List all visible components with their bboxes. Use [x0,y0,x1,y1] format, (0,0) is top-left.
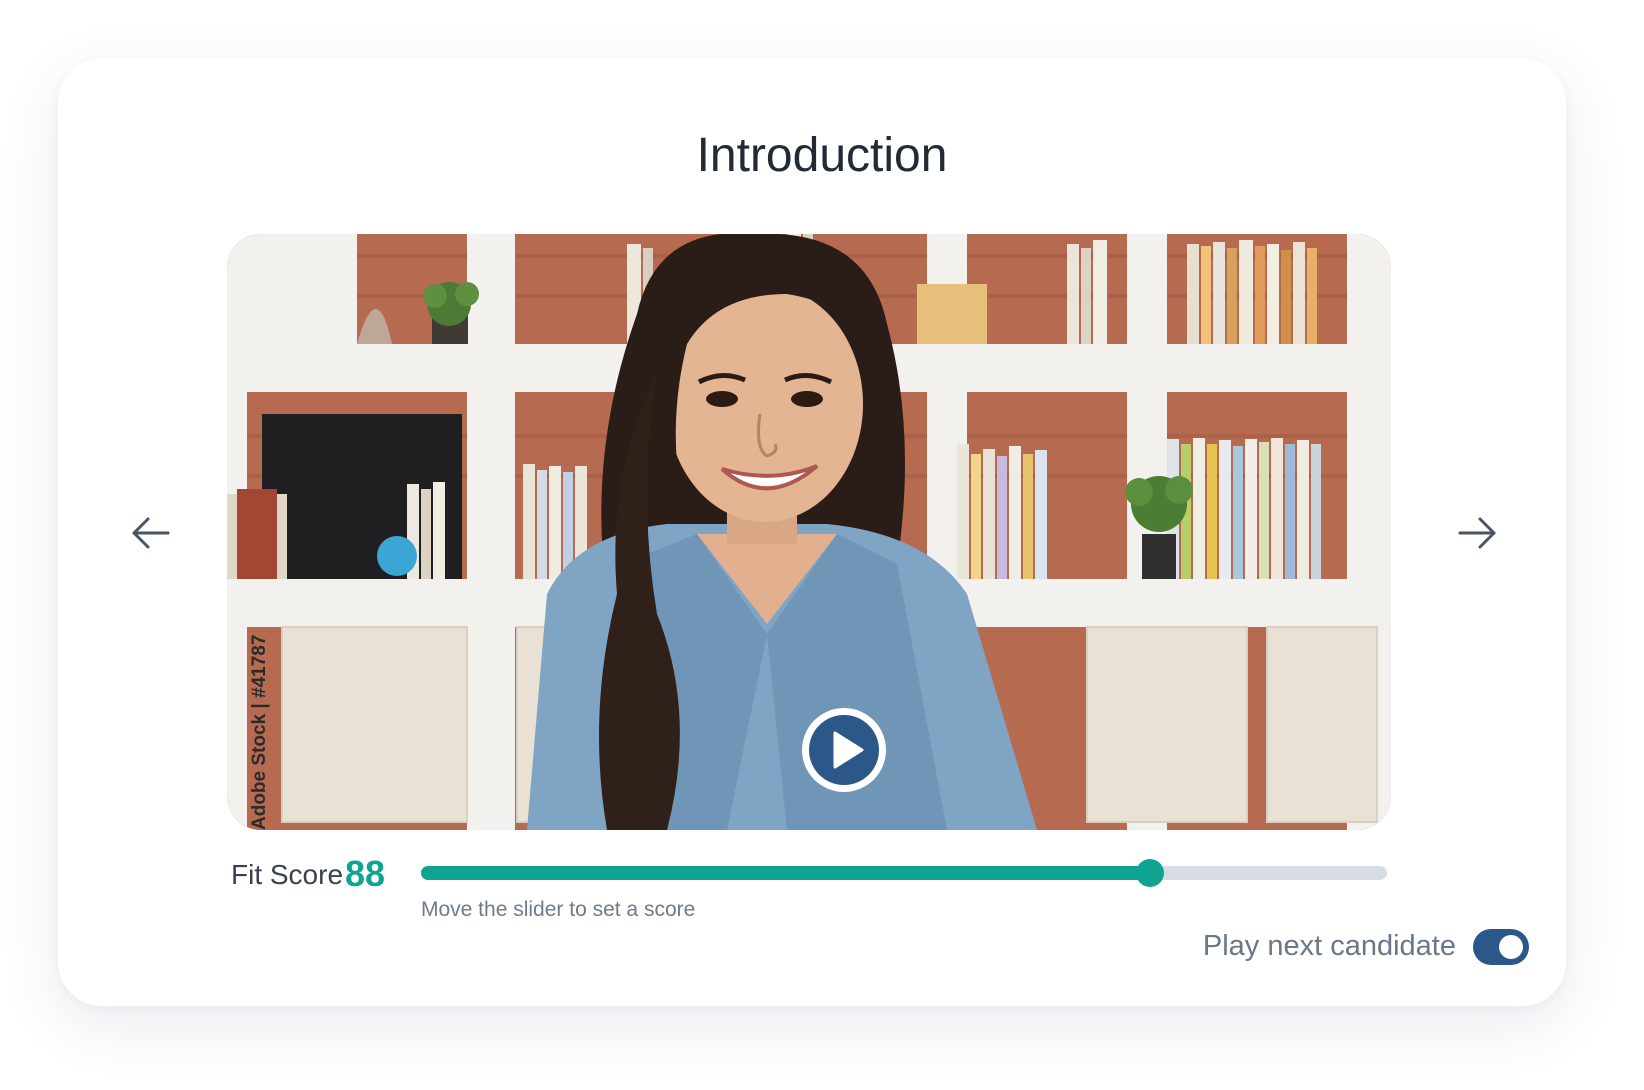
candidate-video-player[interactable]: Adobe Stock | #417875405 [227,234,1391,830]
fit-score-slider[interactable] [421,859,1387,887]
play-next-candidate-toggle[interactable] [1473,929,1529,965]
fit-score-slider-fill [421,866,1151,880]
play-next-candidate-label: Play next candidate [1202,930,1456,962]
arrow-left-icon [132,517,170,549]
next-candidate-button[interactable] [1454,510,1500,556]
video-watermark: Adobe Stock | #417875405 [249,634,270,830]
arrow-right-icon [1458,517,1496,549]
page-title: Introduction [696,129,948,182]
play-icon [802,708,886,792]
fit-score-label: Fit Score [231,859,344,890]
toggle-knob [1499,935,1523,959]
play-button[interactable] [800,706,888,794]
previous-candidate-button[interactable] [128,510,174,556]
slider-hint: Move the slider to set a score [421,898,696,921]
fit-score-value: 88 [345,853,386,894]
